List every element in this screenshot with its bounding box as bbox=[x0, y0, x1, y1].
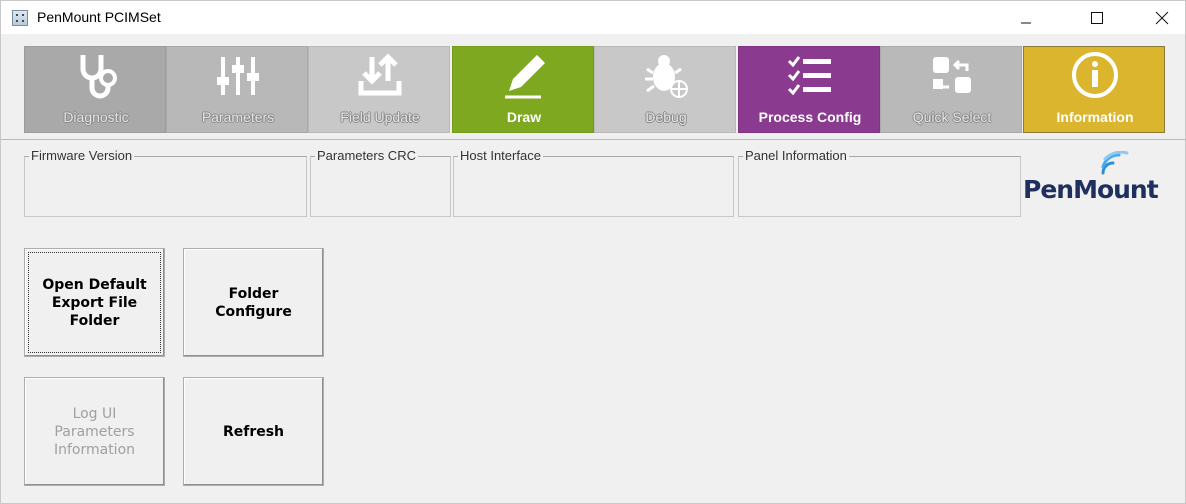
app-icon bbox=[12, 10, 28, 26]
open-default-export-folder-button[interactable]: Open Default Export File Folder bbox=[24, 248, 165, 357]
toolbar-parameters[interactable]: Parameters bbox=[166, 46, 308, 133]
upload-icon bbox=[309, 49, 451, 103]
stethoscope-icon bbox=[25, 49, 167, 103]
toolbar-label: Quick Select bbox=[912, 109, 992, 125]
sliders-icon bbox=[167, 49, 309, 103]
close-button[interactable] bbox=[1139, 1, 1185, 34]
host-interface-group: Host Interface bbox=[453, 148, 734, 217]
toolbar-draw[interactable]: Draw bbox=[452, 46, 594, 133]
info-icon bbox=[1024, 49, 1166, 103]
pencil-icon bbox=[453, 49, 595, 103]
toolbar-field-update[interactable]: Field Update bbox=[308, 46, 450, 133]
minimize-button[interactable] bbox=[1003, 1, 1049, 34]
panel-information-group: Panel Information bbox=[738, 148, 1021, 217]
firmware-version-label: Firmware Version bbox=[29, 148, 135, 163]
title-bar: PenMount PCIMSet bbox=[1, 1, 1185, 34]
toolbar-information[interactable]: Information bbox=[1023, 46, 1165, 133]
toolbar-diagnostic[interactable]: Diagnostic bbox=[24, 46, 166, 133]
close-icon bbox=[1155, 11, 1169, 24]
panel-information-label: Panel Information bbox=[743, 148, 849, 163]
toolbar-label: Field Update bbox=[340, 109, 420, 125]
toolbar-label: Draw bbox=[506, 109, 542, 125]
penmount-logo: PenMount bbox=[1023, 151, 1173, 215]
app-window: PenMount PCIMSet Diagnostic Parameters F… bbox=[0, 0, 1186, 504]
log-ui-parameters-button[interactable]: Log UI Parameters Information bbox=[24, 377, 165, 486]
toolbar-quick-select[interactable]: Quick Select bbox=[880, 46, 1022, 133]
parameters-crc-label: Parameters CRC bbox=[315, 148, 418, 163]
logo-wordmark: PenMount bbox=[1023, 175, 1159, 204]
refresh-button[interactable]: Refresh bbox=[183, 377, 324, 486]
folder-configure-button[interactable]: Folder Configure bbox=[183, 248, 324, 357]
maximize-button[interactable] bbox=[1074, 1, 1120, 34]
toolbar-label: Diagnostic bbox=[63, 109, 129, 125]
toolbar-label: Process Config bbox=[758, 109, 862, 125]
toolbar-process-config[interactable]: Process Config bbox=[738, 46, 880, 133]
maximize-icon bbox=[1091, 11, 1103, 24]
firmware-version-group: Firmware Version bbox=[24, 148, 307, 217]
toolbar-label: Information bbox=[1056, 109, 1134, 125]
checklist-icon bbox=[739, 49, 881, 103]
bug-icon bbox=[595, 49, 737, 103]
toolbar-divider bbox=[1, 139, 1186, 140]
swap-icon bbox=[881, 49, 1023, 103]
toolbar-label: Debug bbox=[645, 109, 687, 125]
toolbar-label: Parameters bbox=[201, 109, 275, 125]
wifi-signal-icon bbox=[1101, 151, 1129, 175]
minimize-icon bbox=[1021, 22, 1031, 23]
window-title: PenMount PCIMSet bbox=[37, 9, 161, 25]
host-interface-label: Host Interface bbox=[458, 148, 543, 163]
toolbar-debug[interactable]: Debug bbox=[594, 46, 736, 133]
parameters-crc-group: Parameters CRC bbox=[310, 148, 451, 217]
